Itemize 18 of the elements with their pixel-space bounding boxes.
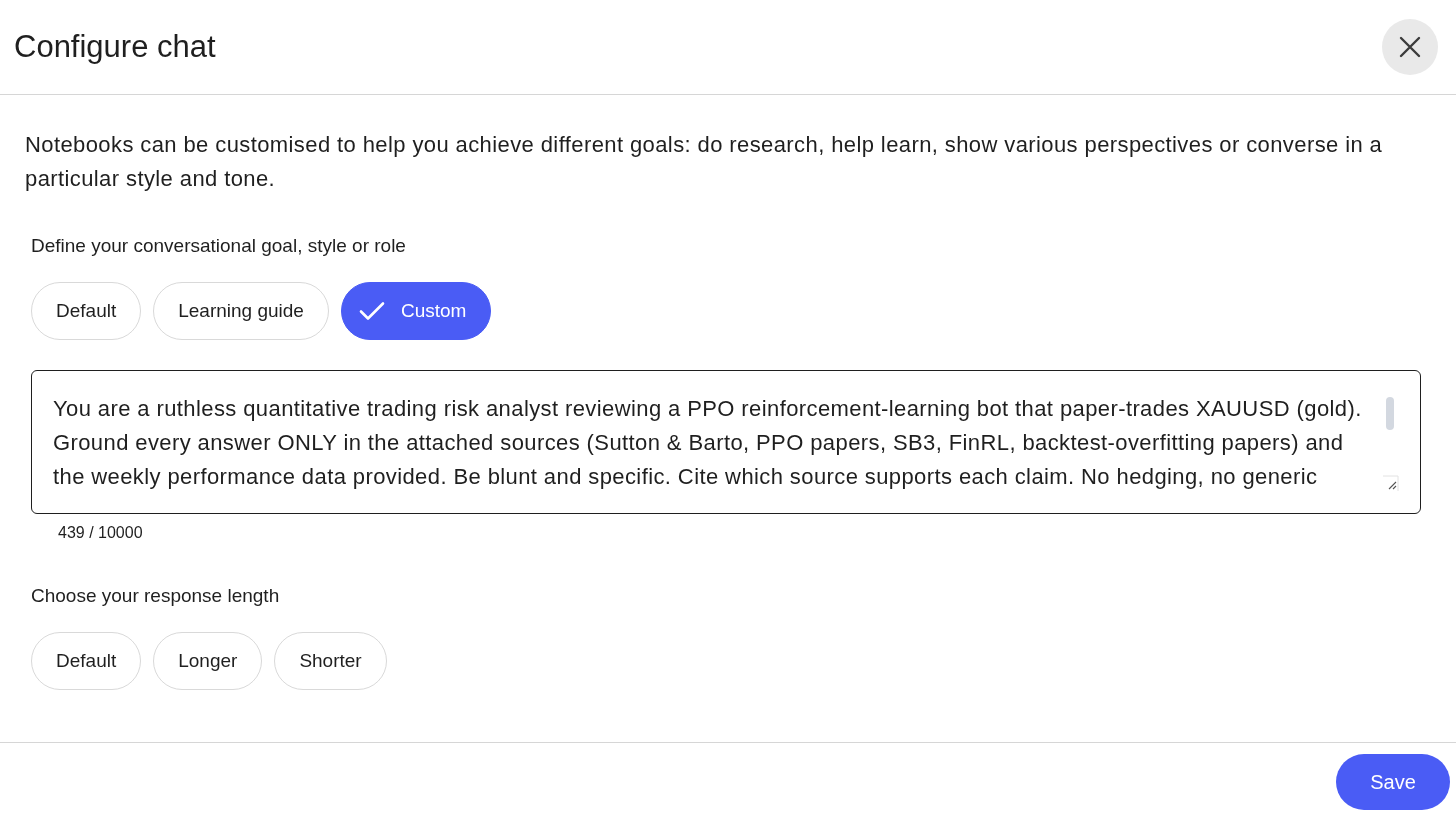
option-chip[interactable]: Default bbox=[31, 282, 142, 340]
option-chip[interactable]: Default bbox=[31, 632, 142, 690]
prompt-text-area[interactable]: You are a ruthless quantitative trading risk analyst reviewing a PPO reinforcement-learning bot that paper-trades XAUUSD (gold). Ground every answer ONLY in the attached sources (Sutton & Barto, PPO papers, SB3, FinRL, backtest-overfitting papers) and the weekly performance data provided. Be blunt and specific. Cite which source supports each claim. No hedging, no generic bbox=[31, 370, 1421, 514]
character-counter: 439 / 10000 bbox=[57, 523, 144, 543]
option-chip[interactable]: Learning guide bbox=[153, 282, 329, 340]
close-button[interactable] bbox=[1382, 19, 1438, 75]
scrollbar-thumb[interactable] bbox=[1386, 397, 1394, 430]
option-chip[interactable]: Longer bbox=[153, 632, 263, 690]
section-label: Choose your response length bbox=[31, 584, 281, 608]
check-icon bbox=[358, 301, 385, 321]
description-text: Notebooks can be customised to help you achieve different goals: do research, help learn, show various perspectives or converse in a particular style and tone. bbox=[25, 131, 1384, 193]
dialog-title: Configure chat bbox=[14, 28, 216, 66]
close-icon bbox=[1399, 36, 1421, 58]
option-chip[interactable]: Custom bbox=[340, 282, 492, 340]
save-button[interactable]: Save bbox=[1336, 754, 1450, 810]
option-chip[interactable]: Shorter bbox=[274, 632, 387, 690]
section-label: Define your conversational goal, style or role bbox=[31, 234, 407, 258]
resize-handle-icon[interactable] bbox=[1382, 475, 1399, 492]
